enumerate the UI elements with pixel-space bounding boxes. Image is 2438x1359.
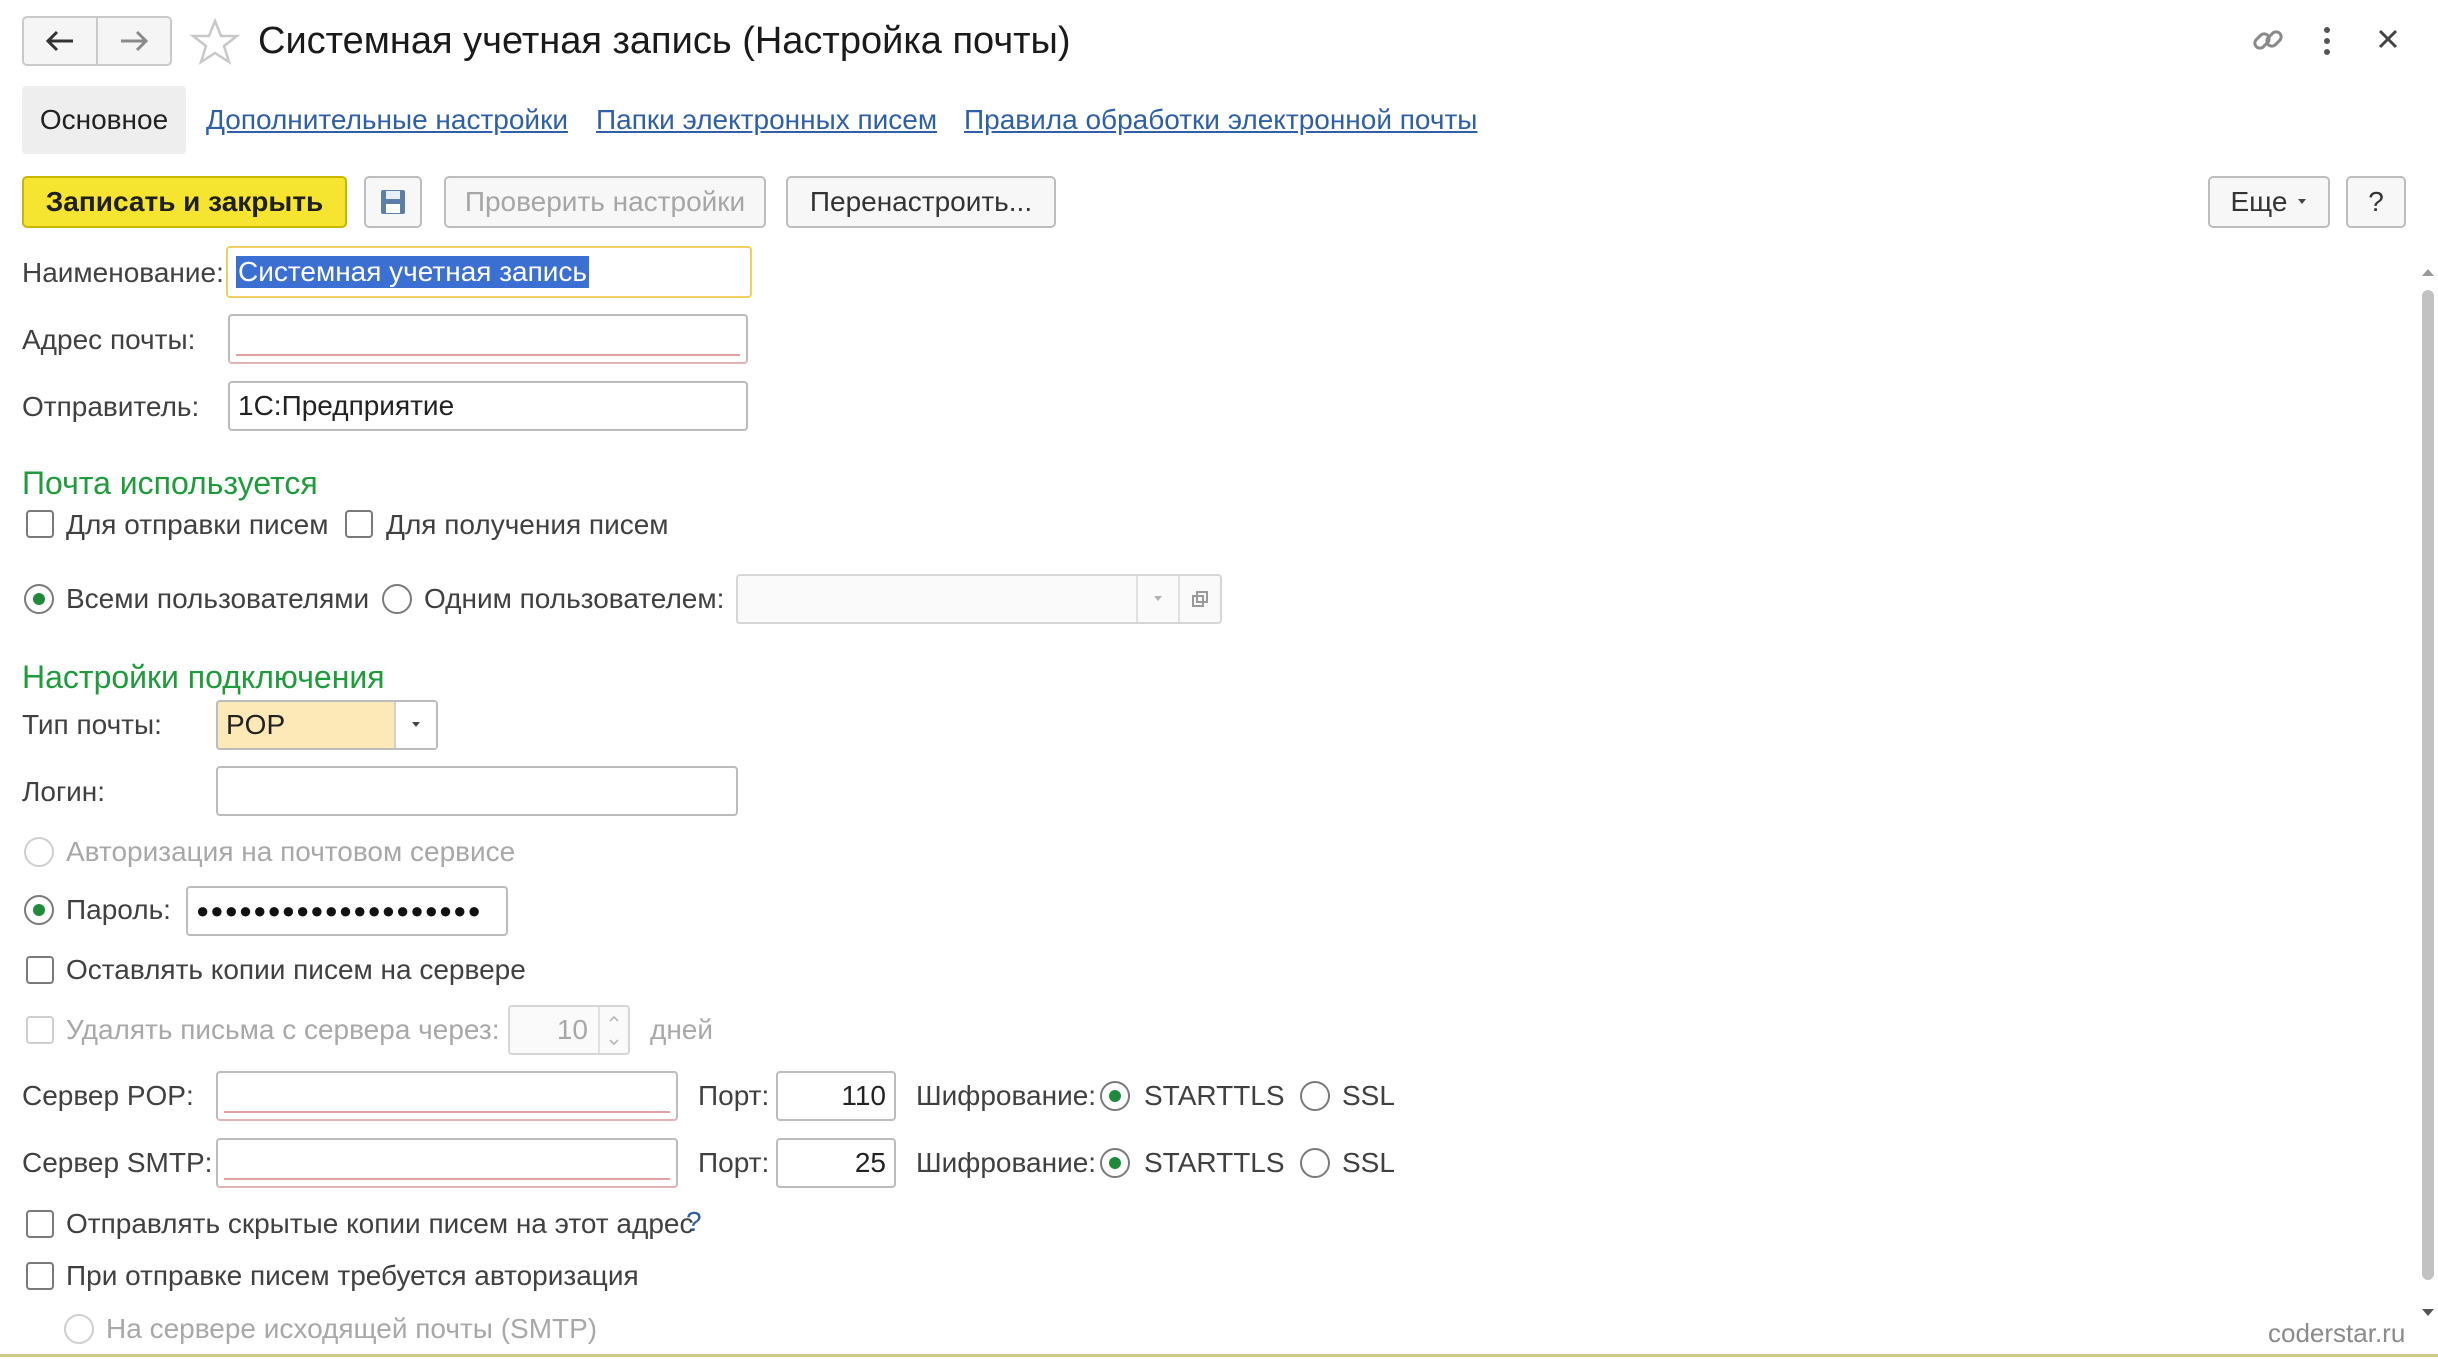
stepper-buttons[interactable] [598, 1007, 628, 1053]
smtp-encryption-label: Шифрование: [916, 1147, 1097, 1178]
one-user-radio[interactable] [382, 584, 412, 614]
floppy-disk-icon [381, 190, 405, 214]
smtp-auth-label: На сервере исходящей почты (SMTP) [106, 1313, 598, 1344]
mail-type-label: Тип почты: [22, 709, 162, 740]
close-icon[interactable] [2375, 26, 2401, 57]
pop-port-label: Порт: [698, 1080, 770, 1111]
chevron-down-icon [609, 1038, 619, 1045]
delete-after-stepper[interactable]: 10 [508, 1005, 630, 1055]
caret-down-icon [2298, 199, 2307, 204]
login-label: Логин: [22, 776, 106, 807]
smtp-auth-radio[interactable] [64, 1314, 94, 1344]
clipped-row: На сервере исходящей почты (SMTP) [0, 1310, 2400, 1354]
save-and-close-button[interactable]: Записать и закрыть [22, 176, 347, 228]
watermark: coderstar.ru [2268, 1318, 2406, 1348]
pop-ssl-radio[interactable] [1300, 1081, 1330, 1111]
delete-after-label: Удалять письма с сервера через: [66, 1014, 500, 1045]
connection-heading: Настройки подключения [22, 659, 385, 695]
tab-email-folders[interactable]: Папки электронных писем [596, 102, 937, 138]
bcc-checkbox[interactable] [26, 1210, 54, 1238]
arrow-left-icon [45, 30, 73, 52]
smtp-port-input[interactable]: 25 [776, 1138, 896, 1188]
send-label: Для отправки писем [66, 509, 329, 540]
keep-copies-label: Оставлять копии писем на сервере [66, 954, 526, 985]
receive-label: Для получения писем [386, 509, 669, 540]
all-users-label: Всеми пользователями [66, 583, 370, 614]
pop-starttls-label: STARTTLS [1144, 1080, 1285, 1111]
bottom-border [0, 1354, 2438, 1357]
oauth-label: Авторизация на почтовом сервисе [66, 836, 516, 867]
smtp-ssl-label: SSL [1342, 1147, 1395, 1178]
one-user-label: Одним пользователем: [424, 583, 725, 614]
bcc-help-icon[interactable]: ? [686, 1205, 702, 1239]
history-nav [22, 16, 172, 66]
auth-required-checkbox[interactable] [26, 1262, 54, 1290]
receive-checkbox[interactable] [345, 510, 373, 538]
pop-ssl-label: SSL [1342, 1080, 1395, 1111]
favorite-star-icon[interactable] [189, 17, 241, 71]
caret-down-icon [412, 722, 420, 727]
check-settings-button[interactable]: Проверить настройки [444, 176, 766, 228]
login-input[interactable] [216, 766, 738, 816]
name-label: Наименование: [22, 257, 224, 288]
open-window-icon [1192, 591, 1208, 607]
caret-down-icon [1154, 596, 1162, 601]
bcc-label: Отправлять скрытые копии писем на этот а… [66, 1208, 694, 1239]
tab-additional-settings[interactable]: Дополнительные настройки [206, 102, 568, 138]
smtp-ssl-radio[interactable] [1300, 1148, 1330, 1178]
mail-type-select[interactable]: POP [216, 700, 438, 750]
usage-heading: Почта используется [22, 465, 318, 501]
pop-server-label: Сервер POP: [22, 1080, 194, 1111]
chevron-up-icon [609, 1015, 619, 1022]
oauth-radio[interactable] [24, 837, 54, 867]
sender-label: Отправитель: [22, 391, 200, 422]
user-dropdown-button[interactable] [1136, 576, 1178, 622]
user-open-button[interactable] [1178, 576, 1220, 622]
password-input[interactable]: ●●●●●●●●●●●●●●●●●●●● [186, 886, 508, 936]
smtp-starttls-label: STARTTLS [1144, 1147, 1285, 1178]
link-icon[interactable] [2250, 22, 2286, 63]
pop-starttls-radio[interactable] [1100, 1081, 1130, 1111]
tab-main[interactable]: Основное [22, 86, 186, 154]
scroll-down-icon[interactable] [2421, 1305, 2435, 1323]
sender-input[interactable]: 1С:Предприятие [228, 381, 748, 431]
scroll-up-icon[interactable] [2421, 264, 2435, 282]
smtp-server-label: Сервер SMTP: [22, 1147, 213, 1178]
keep-copies-checkbox[interactable] [26, 956, 54, 984]
auth-required-label: При отправке писем требуется авторизация [66, 1260, 639, 1291]
password-value: ●●●●●●●●●●●●●●●●●●●● [196, 898, 482, 923]
name-value: Системная учетная запись [236, 256, 590, 288]
pop-encryption-label: Шифрование: [916, 1080, 1097, 1111]
address-label: Адрес почты: [22, 324, 196, 355]
save-button[interactable] [364, 176, 422, 228]
reconfigure-button[interactable]: Перенастроить... [786, 176, 1056, 228]
tab-email-rules[interactable]: Правила обработки электронной почты [964, 102, 1477, 138]
send-checkbox[interactable] [26, 510, 54, 538]
back-button[interactable] [24, 18, 96, 64]
help-button[interactable]: ? [2346, 176, 2406, 228]
scrollbar-thumb[interactable] [2422, 290, 2434, 1280]
mail-type-value: POP [226, 709, 286, 740]
pop-port-input[interactable]: 110 [776, 1071, 896, 1121]
delete-after-checkbox[interactable] [26, 1016, 54, 1044]
all-users-radio[interactable] [24, 584, 54, 614]
page-title: Системная учетная запись (Настройка почт… [258, 20, 1071, 62]
days-label: дней [650, 1014, 714, 1045]
pop-server-input[interactable] [216, 1071, 678, 1121]
smtp-port-label: Порт: [698, 1147, 770, 1178]
more-vertical-icon[interactable] [2320, 24, 2334, 63]
more-label: Еще [2230, 186, 2288, 217]
user-select[interactable] [736, 574, 1222, 624]
name-input[interactable]: Системная учетная запись [226, 246, 752, 298]
mail-type-dropdown-button[interactable] [394, 702, 436, 748]
password-radio[interactable] [24, 895, 54, 925]
delete-after-value: 10 [556, 1014, 588, 1045]
address-input[interactable] [228, 314, 748, 364]
arrow-right-icon [121, 30, 149, 52]
more-button[interactable]: Еще [2208, 176, 2330, 228]
smtp-server-input[interactable] [216, 1138, 678, 1188]
password-label: Пароль: [66, 894, 171, 925]
smtp-starttls-radio[interactable] [1100, 1148, 1130, 1178]
forward-button[interactable] [96, 18, 170, 64]
